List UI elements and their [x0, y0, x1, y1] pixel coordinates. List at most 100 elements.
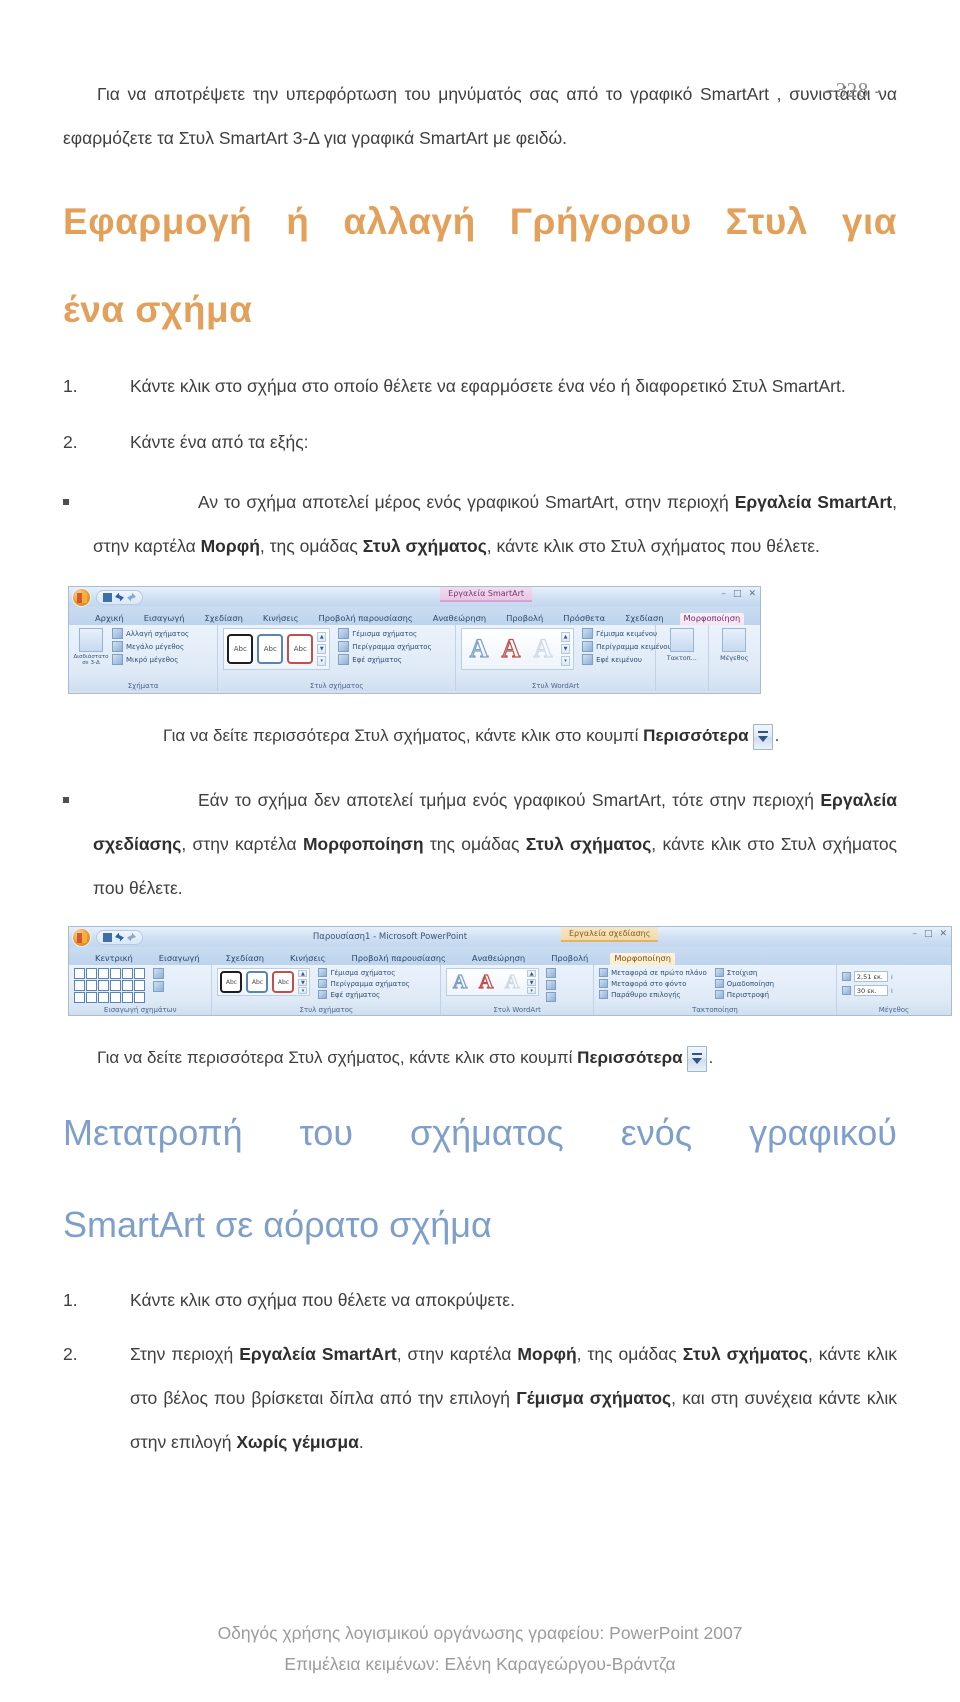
- shape-style-thumb-3[interactable]: Abc: [287, 634, 314, 664]
- scroll-down-icon[interactable]: ▼: [561, 644, 571, 654]
- shape-brace-icon[interactable]: [98, 992, 109, 1003]
- ribbon2-cmd-shape-outline[interactable]: Περίγραμμα σχήματος: [318, 979, 410, 988]
- gallery-scroll-buttons[interactable]: ▲ ▼ ▾: [317, 632, 327, 666]
- width-spinner-icon[interactable]: ⁞: [891, 987, 893, 995]
- scroll-down-icon[interactable]: ▼: [298, 978, 308, 986]
- ribbon2-cmd-group[interactable]: Ομαδοποίηση: [714, 979, 774, 988]
- shape-styles-small-icon[interactable]: [153, 981, 164, 992]
- ribbon2-tab-1[interactable]: Εισαγωγή: [155, 953, 204, 965]
- wordart-thumb-3[interactable]: A: [501, 970, 523, 994]
- ribbon2-cmd-align[interactable]: Στοίχιση: [714, 968, 774, 977]
- ribbon1-tab-2[interactable]: Σχεδίαση: [201, 613, 247, 625]
- shape-brace2-icon[interactable]: [110, 992, 121, 1003]
- ribbon1-cmd-shape-fill[interactable]: Γέμισμα σχήματος: [338, 628, 431, 639]
- shape-width-value[interactable]: 30 εκ.: [853, 985, 888, 996]
- ribbon2-cmd-shape-fill[interactable]: Γέμισμα σχήματος: [318, 968, 409, 977]
- ribbon2-tab-4[interactable]: Προβολή παρουσίασης: [348, 953, 450, 965]
- shape-curve-icon[interactable]: [74, 992, 85, 1003]
- ribbon2-cmd-bring-front[interactable]: Μεταφορά σε πρώτο πλάνο: [599, 968, 707, 977]
- undo-icon[interactable]: [115, 932, 124, 942]
- size-icon[interactable]: [722, 628, 747, 652]
- shape-textbox-icon[interactable]: [74, 968, 85, 979]
- ribbon2-cmd-rotate[interactable]: Περιστροφή: [714, 990, 774, 999]
- ribbon1-window-buttons[interactable]: – □ ✕: [721, 590, 756, 599]
- ribbon2-tab-0[interactable]: Κεντρική: [91, 953, 137, 965]
- shape-line-icon[interactable]: [86, 968, 97, 979]
- more-button-icon[interactable]: [686, 1046, 707, 1072]
- minimize-icon[interactable]: –: [912, 930, 917, 939]
- ribbon2-tab-7[interactable]: Μορφοποίηση: [610, 953, 676, 965]
- gallery-scroll-buttons[interactable]: ▲ ▼ ▾: [298, 970, 308, 994]
- shape-rect-icon[interactable]: [110, 968, 121, 979]
- wordart-thumb-2[interactable]: A: [475, 970, 497, 994]
- wordart-thumb-3[interactable]: A: [529, 633, 557, 664]
- wordart-thumb-1[interactable]: A: [449, 970, 471, 994]
- save-icon[interactable]: [103, 932, 112, 942]
- scroll-down-icon[interactable]: ▼: [527, 978, 537, 986]
- text-fill-icon[interactable]: [546, 968, 557, 978]
- change-shape-big-icon[interactable]: [79, 628, 103, 652]
- maximize-icon[interactable]: □: [924, 930, 933, 939]
- quick-access-toolbar[interactable]: [96, 589, 143, 605]
- ribbon1-tab-strip[interactable]: Αρχική Εισαγωγή Σχεδίαση Κινήσεις Προβολ…: [69, 607, 760, 625]
- wordart-thumb-2[interactable]: A: [497, 633, 525, 664]
- office-orb-icon[interactable]: [72, 587, 91, 607]
- arrange-icon[interactable]: [669, 628, 694, 652]
- save-icon[interactable]: [103, 592, 112, 602]
- ribbon1-tab-1[interactable]: Εισαγωγή: [140, 613, 189, 625]
- shape-star2-icon[interactable]: [122, 992, 133, 1003]
- ribbon1-tab-8[interactable]: Σχεδίαση: [621, 613, 667, 625]
- wordart-gallery[interactable]: A A A ▲ ▼ ▾: [461, 628, 575, 670]
- ribbon2-cmd-shape-effects[interactable]: Εφέ σχήματος: [318, 990, 409, 999]
- more-gallery-icon[interactable]: ▾: [527, 987, 537, 994]
- shape-style-thumb-1[interactable]: Abc: [227, 634, 254, 664]
- shape-oval2-icon[interactable]: [134, 968, 145, 979]
- text-outline-icon[interactable]: [546, 980, 557, 990]
- insert-shapes-gallery[interactable]: [74, 968, 145, 1003]
- redo-icon[interactable]: [127, 932, 136, 942]
- more-gallery-icon[interactable]: ▾: [298, 987, 308, 994]
- shape-style-thumb-2[interactable]: Abc: [257, 634, 284, 664]
- quick-access-toolbar[interactable]: [96, 929, 143, 945]
- shape-style-thumb-1[interactable]: Abc: [220, 971, 243, 993]
- scroll-up-icon[interactable]: ▲: [527, 970, 537, 977]
- wordart-thumb-1[interactable]: A: [465, 633, 493, 664]
- ribbon1-tab-3[interactable]: Κινήσεις: [259, 613, 303, 625]
- shape-style-thumb-2[interactable]: Abc: [246, 971, 269, 993]
- ribbon2-shape-height[interactable]: 2,51 εκ. ⁞: [841, 971, 893, 982]
- shape-oval-icon[interactable]: [122, 968, 133, 979]
- scroll-up-icon[interactable]: ▲: [561, 632, 571, 642]
- ribbon1-cmd-smaller[interactable]: Μικρό μέγεθος: [112, 654, 189, 665]
- shape-star-icon[interactable]: [110, 980, 121, 991]
- more-gallery-icon[interactable]: ▾: [317, 656, 327, 666]
- ribbon1-cmd-shape-outline[interactable]: Περίγραμμα σχήματος: [338, 641, 432, 652]
- maximize-icon[interactable]: □: [733, 590, 742, 599]
- ribbon2-tab-strip[interactable]: Κεντρική Εισαγωγή Σχεδίαση Κινήσεις Προβ…: [69, 947, 951, 965]
- shape-more-icon[interactable]: [134, 992, 145, 1003]
- scroll-up-icon[interactable]: ▲: [298, 970, 308, 977]
- ribbon2-tab-3[interactable]: Κινήσεις: [286, 953, 330, 965]
- ribbon2-tab-5[interactable]: Αναθεώρηση: [468, 953, 529, 965]
- wordart-gallery[interactable]: A A A ▲ ▼ ▾: [446, 968, 540, 996]
- ribbon1-cmd-larger[interactable]: Μεγάλο μέγεθος: [112, 641, 189, 652]
- undo-icon[interactable]: [115, 592, 124, 602]
- ribbon1-tab-6[interactable]: Προβολή: [502, 613, 547, 625]
- ribbon2-cmd-selection-pane[interactable]: Παράθυρο επιλογής: [599, 990, 707, 999]
- ribbon1-tab-7[interactable]: Πρόσθετα: [559, 613, 609, 625]
- scroll-up-icon[interactable]: ▲: [317, 632, 327, 642]
- minimize-icon[interactable]: –: [721, 590, 726, 599]
- wordart-scroll-buttons[interactable]: ▲ ▼ ▾: [561, 632, 571, 666]
- shape-styles-gallery[interactable]: Abc Abc Abc ▲ ▼ ▾: [223, 628, 331, 670]
- shape-arrow2-icon[interactable]: [98, 980, 109, 991]
- ribbon1-tab-0[interactable]: Αρχική: [91, 613, 128, 625]
- ribbon1-cmd-shape-effects[interactable]: Εφέ σχήματος: [338, 654, 431, 665]
- wordart-scroll-buttons[interactable]: ▲ ▼ ▾: [527, 970, 537, 994]
- shape-arrow-icon[interactable]: [98, 968, 109, 979]
- office-orb-icon[interactable]: [72, 927, 91, 947]
- close-icon[interactable]: ✕: [939, 930, 947, 939]
- shape-wave-icon[interactable]: [86, 992, 97, 1003]
- ribbon2-cmd-send-back[interactable]: Μεταφορά στο φόντο: [599, 979, 707, 988]
- ribbon1-tab-4[interactable]: Προβολή παρουσίασης: [314, 613, 416, 625]
- shape-moon-icon[interactable]: [122, 980, 133, 991]
- ribbon2-window-buttons[interactable]: – □ ✕: [912, 930, 947, 939]
